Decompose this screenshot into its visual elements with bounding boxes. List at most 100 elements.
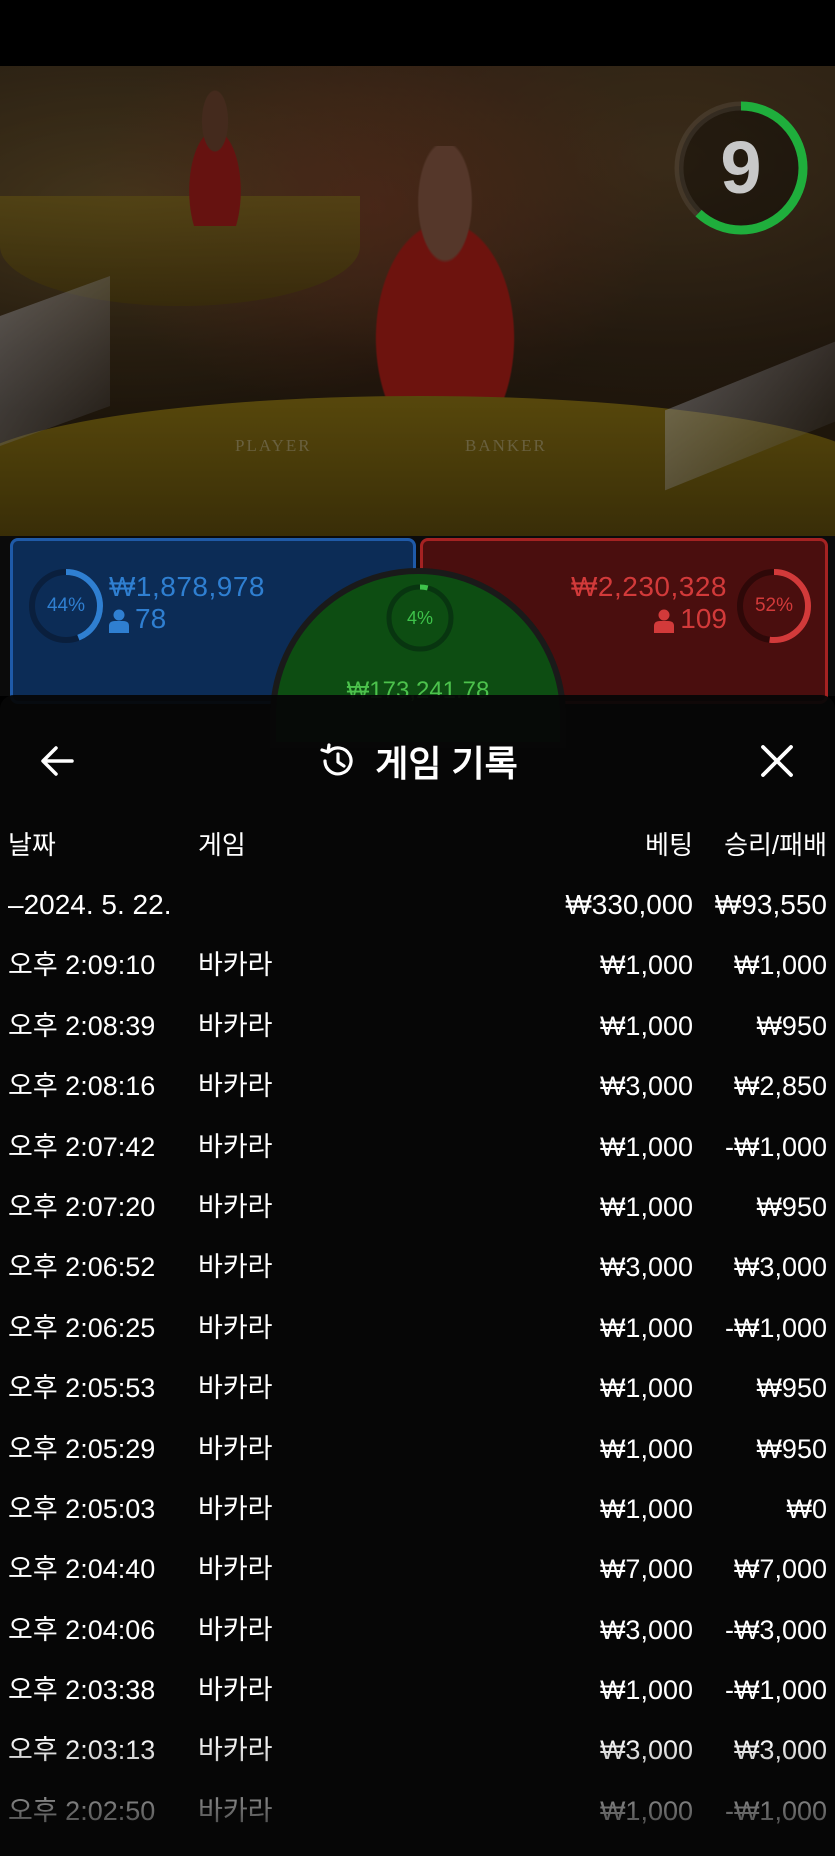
- player-percent-ring: 44%: [27, 567, 105, 645]
- date-summary-row[interactable]: –2024. 5. 22. ₩330,000 ₩93,550: [0, 887, 835, 947]
- countdown-timer: 9: [673, 100, 809, 236]
- row-bet: ₩3,000: [599, 1735, 693, 1766]
- column-game: 게임: [198, 830, 246, 860]
- row-game: 바카라: [198, 1191, 273, 1222]
- row-win-loss: ₩1,000: [733, 950, 827, 981]
- table-row[interactable]: 오후 2:05:53 바카라 ₩1,000 ₩950: [0, 1370, 835, 1430]
- row-win-loss: -₩1,000: [724, 1795, 827, 1826]
- player-bettor-count: 78: [109, 603, 166, 635]
- column-date: 날짜: [8, 830, 56, 860]
- close-icon: [761, 745, 793, 777]
- row-time: 오후 2:04:40: [8, 1554, 156, 1585]
- sheet-header: 게임 기록: [0, 695, 835, 825]
- row-time: 오후 2:04:06: [8, 1614, 156, 1645]
- table-row[interactable]: 오후 2:06:52 바카라 ₩3,000 ₩3,000: [0, 1249, 835, 1309]
- table-row[interactable]: 오후 2:05:29 바카라 ₩1,000 ₩950: [0, 1431, 835, 1491]
- row-bet: ₩7,000: [599, 1554, 693, 1585]
- row-game: 바카라: [198, 1131, 273, 1162]
- sheet-title: 게임 기록: [0, 735, 835, 787]
- row-win-loss: ₩950: [756, 1373, 827, 1404]
- app-screen: PLAYER BANKER 9 44% ₩1,878,978 78 52% ₩2…: [0, 0, 835, 1856]
- row-game: 바카라: [198, 1675, 273, 1706]
- column-bet: 베팅: [645, 830, 693, 860]
- table-row[interactable]: 오후 2:04:06 바카라 ₩3,000 -₩3,000: [0, 1612, 835, 1672]
- row-time: 오후 2:08:16: [8, 1071, 156, 1102]
- sheet-title-text: 게임 기록: [375, 743, 518, 784]
- row-game: 바카라: [198, 1493, 273, 1524]
- row-win-loss: ₩950: [756, 1191, 827, 1222]
- row-bet: ₩1,000: [599, 1010, 693, 1041]
- row-bet: ₩1,000: [599, 1493, 693, 1524]
- row-game: 바카라: [198, 1735, 273, 1766]
- row-time: 오후 2:08:39: [8, 1010, 156, 1041]
- table-row[interactable]: 오후 2:05:03 바카라 ₩1,000 ₩0: [0, 1491, 835, 1551]
- row-time: 오후 2:05:29: [8, 1433, 156, 1464]
- row-time: 오후 2:07:42: [8, 1131, 156, 1162]
- row-win-loss: -₩1,000: [724, 1675, 827, 1706]
- row-win-loss: -₩3,000: [724, 1614, 827, 1645]
- banker-bet-amount: ₩2,230,328: [571, 571, 727, 602]
- row-bet: ₩1,000: [599, 1312, 693, 1343]
- row-bet: ₩1,000: [599, 1131, 693, 1162]
- row-bet: ₩3,000: [599, 1252, 693, 1283]
- row-time: 오후 2:03:13: [8, 1735, 156, 1766]
- table-row[interactable]: 오후 2:08:39 바카라 ₩1,000 ₩950: [0, 1008, 835, 1068]
- game-history-sheet: 게임 기록 날짜 게임 베팅 승리/패배 –2024. 5. 22. ₩330,…: [0, 695, 835, 1856]
- row-game: 바카라: [198, 1373, 273, 1404]
- player-bet-amount: ₩1,878,978: [109, 571, 265, 602]
- table-row[interactable]: 오후 2:09:10 바카라 ₩1,000 ₩1,000: [0, 947, 835, 1007]
- row-win-loss: ₩2,850: [733, 1071, 827, 1102]
- player-bettor-count-value: 78: [135, 603, 167, 634]
- person-icon: [654, 609, 675, 633]
- table-row[interactable]: 오후 2:03:13 바카라 ₩3,000 ₩3,000: [0, 1732, 835, 1792]
- table-row[interactable]: 오후 2:02:50 바카라 ₩1,000 -₩1,000: [0, 1793, 835, 1853]
- row-game: 바카라: [198, 1252, 273, 1283]
- row-bet: ₩1,000: [599, 1795, 693, 1826]
- row-win-loss: ₩3,000: [733, 1252, 827, 1283]
- table-row[interactable]: 오후 2:04:40 바카라 ₩7,000 ₩7,000: [0, 1551, 835, 1611]
- summary-date: –2024. 5. 22.: [8, 889, 172, 920]
- row-time: 오후 2:06:25: [8, 1312, 156, 1343]
- row-win-loss: ₩7,000: [733, 1554, 827, 1585]
- row-time: 오후 2:03:38: [8, 1675, 156, 1706]
- row-time: 오후 2:02:50: [8, 1795, 156, 1826]
- table-row[interactable]: 오후 2:08:16 바카라 ₩3,000 ₩2,850: [0, 1068, 835, 1128]
- row-win-loss: ₩0: [786, 1493, 828, 1524]
- row-win-loss: ₩950: [756, 1010, 827, 1041]
- table-row[interactable]: 오후 2:07:42 바카라 ₩1,000 -₩1,000: [0, 1129, 835, 1189]
- person-icon: [109, 609, 129, 633]
- row-time: 오후 2:09:10: [8, 950, 156, 981]
- row-game: 바카라: [198, 1614, 273, 1645]
- row-time: 오후 2:05:03: [8, 1493, 156, 1524]
- row-win-loss: -₩1,000: [724, 1131, 827, 1162]
- row-bet: ₩3,000: [599, 1614, 693, 1645]
- banker-percent-ring: 52%: [735, 567, 813, 645]
- row-game: 바카라: [198, 950, 273, 981]
- column-win-loss: 승리/패배: [724, 830, 827, 860]
- row-bet: ₩1,000: [599, 1373, 693, 1404]
- summary-win-loss: ₩93,550: [714, 889, 827, 920]
- table-row[interactable]: 오후 2:07:20 바카라 ₩1,000 ₩950: [0, 1189, 835, 1249]
- summary-bet: ₩330,000: [565, 889, 693, 920]
- row-game: 바카라: [198, 1554, 273, 1585]
- close-button[interactable]: [749, 733, 805, 789]
- row-bet: ₩1,000: [599, 950, 693, 981]
- row-bet: ₩1,000: [599, 1191, 693, 1222]
- bet-area: 44% ₩1,878,978 78 52% ₩2,230,328 109 4% …: [0, 536, 835, 748]
- row-game: 바카라: [198, 1433, 273, 1464]
- tie-percent: 4%: [406, 607, 433, 628]
- row-win-loss: ₩3,000: [733, 1735, 827, 1766]
- row-time: 오후 2:05:53: [8, 1373, 156, 1404]
- table-row[interactable]: 오후 2:03:38 바카라 ₩1,000 -₩1,000: [0, 1672, 835, 1732]
- history-list[interactable]: –2024. 5. 22. ₩330,000 ₩93,550 오후 2:09:1…: [0, 887, 835, 1856]
- row-win-loss: -₩1,000: [724, 1312, 827, 1343]
- table-row[interactable]: 오후 2:06:25 바카라 ₩1,000 -₩1,000: [0, 1310, 835, 1370]
- row-game: 바카라: [198, 1071, 273, 1102]
- history-table-header: 날짜 게임 베팅 승리/패배: [0, 825, 835, 865]
- row-win-loss: ₩950: [756, 1433, 827, 1464]
- history-icon: [320, 743, 353, 776]
- player-percent: 44%: [46, 595, 86, 616]
- banker-bettor-count: 109: [654, 603, 727, 635]
- row-game: 바카라: [198, 1010, 273, 1041]
- row-time: 오후 2:07:20: [8, 1191, 156, 1222]
